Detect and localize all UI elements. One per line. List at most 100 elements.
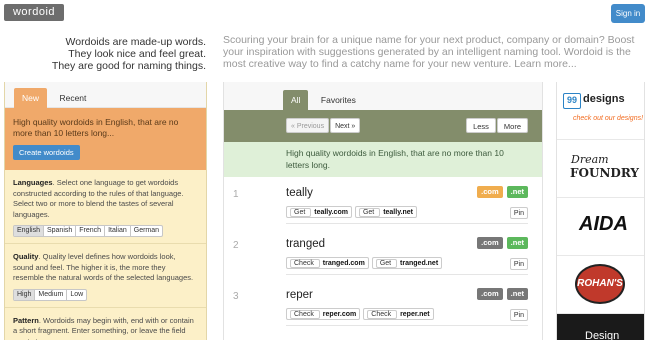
language-option-french[interactable]: French xyxy=(76,226,106,236)
generator-summary: High quality wordoids in English, that a… xyxy=(13,117,179,138)
results-panel: All Favorites « Previous Next » Less Mor… xyxy=(223,82,543,340)
get-net-link[interactable]: Get tranged.net xyxy=(371,257,443,269)
get-com-prefix: Get xyxy=(290,208,312,217)
domain-links: Check tranged.com Get tranged.net xyxy=(286,257,445,269)
less-more-group: Less More xyxy=(466,118,528,133)
pattern-help: . Wordoids may begin with, end with or c… xyxy=(13,315,194,340)
aida-logo: AIDA xyxy=(579,213,628,235)
quality-help: . Quality level defines how wordoids loo… xyxy=(13,252,194,282)
check-net-link[interactable]: Check reper.net xyxy=(363,308,434,320)
quality-option-medium[interactable]: Medium xyxy=(35,289,68,300)
domain-badges: .com .net xyxy=(473,186,528,198)
pin-button[interactable]: Pin xyxy=(509,309,528,321)
pattern-section: Pattern. Wordoids may begin with, end wi… xyxy=(5,308,206,340)
check-com-prefix: Check xyxy=(290,310,320,319)
domain-links: Get teally.com Get teally.net xyxy=(286,206,420,218)
pin-button[interactable]: Pin xyxy=(509,258,528,270)
com-badge[interactable]: .com xyxy=(477,237,503,249)
create-wordoids-button[interactable]: Create wordoids xyxy=(13,145,80,160)
99designs-logo-text: designs xyxy=(583,93,625,105)
99designs-slogan: check out our designs! xyxy=(573,115,644,122)
tagline-line-3: They are good for naming things. xyxy=(51,60,206,72)
results-toolbar: « Previous Next » Less More xyxy=(224,110,542,142)
more-button[interactable]: More xyxy=(496,118,528,133)
domain-links: Check reper.com Check reper.net xyxy=(286,308,437,320)
get-net-prefix: Get xyxy=(375,259,398,268)
com-badge[interactable]: .com xyxy=(477,186,503,198)
net-badge[interactable]: .net xyxy=(506,186,528,198)
design-ad-text: Design xyxy=(585,330,620,340)
check-com-link[interactable]: Check reper.com xyxy=(286,308,361,320)
quality-selector: High Medium Low xyxy=(13,288,88,301)
quality-section: Quality. Quality level defines how wordo… xyxy=(5,244,206,308)
row-divider xyxy=(286,325,528,326)
tab-favorites[interactable]: Favorites xyxy=(313,90,364,110)
check-net-prefix: Check xyxy=(367,310,398,319)
ad-rohans[interactable]: ROHAN'S xyxy=(557,256,644,314)
dream-foundry-line-2: FOUNDRY xyxy=(570,166,639,180)
rohans-logo: ROHAN'S xyxy=(577,278,623,289)
get-net-prefix: Get xyxy=(358,208,381,217)
ad-dream-foundry[interactable]: Dream FOUNDRY xyxy=(557,140,644,198)
ad-design[interactable]: Design xyxy=(557,314,644,340)
generator-tabs: New Recent xyxy=(5,82,206,108)
dream-foundry-line-1: Dream xyxy=(571,153,609,166)
language-option-german[interactable]: German xyxy=(131,226,162,236)
languages-section: Languages. Select one language to get wo… xyxy=(5,170,206,244)
results-tabs: All Favorites xyxy=(224,82,542,110)
net-badge[interactable]: .net xyxy=(506,288,528,300)
quality-option-low[interactable]: Low xyxy=(67,290,86,300)
net-badge[interactable]: .net xyxy=(506,237,528,249)
result-word[interactable]: tranged xyxy=(286,238,325,250)
tab-new[interactable]: New xyxy=(14,88,48,108)
get-com-domain: teally.com xyxy=(314,209,348,216)
tab-recent[interactable]: Recent xyxy=(51,88,94,108)
ad-sidebar: 99 designs check out our designs! Dream … xyxy=(556,82,645,340)
next-button[interactable]: Next » xyxy=(330,118,361,133)
quality-title: Quality xyxy=(13,252,39,261)
result-number: 2 xyxy=(233,240,239,251)
get-com-link[interactable]: Get teally.com xyxy=(286,206,352,218)
previous-button[interactable]: « Previous xyxy=(286,118,330,133)
language-selector: English Spanish French Italian German xyxy=(13,225,164,237)
sign-in-button[interactable]: Sign in xyxy=(611,4,645,23)
row-divider xyxy=(286,223,528,224)
check-com-link[interactable]: Check tranged.com xyxy=(286,257,369,269)
language-option-english[interactable]: English xyxy=(14,226,44,236)
tagline-line-1: Wordoids are made-up words. xyxy=(65,36,206,48)
wordoid-logo[interactable]: wordoid xyxy=(4,4,64,21)
domain-badges: .com .net xyxy=(473,237,528,249)
result-number: 3 xyxy=(233,291,239,302)
result-row: 2 tranged .com .net Check tranged.com Ge… xyxy=(224,230,542,281)
check-com-domain: reper.com xyxy=(322,311,357,318)
99designs-logo-mark: 99 xyxy=(563,93,581,109)
intro-description: Scouring your brain for a unique name fo… xyxy=(223,34,635,70)
result-word[interactable]: reper xyxy=(286,289,313,301)
languages-title: Languages xyxy=(13,178,53,187)
generator-panel: New Recent High quality wordoids in Engl… xyxy=(4,82,207,340)
pin-button[interactable]: Pin xyxy=(509,207,528,219)
results-summary: High quality wordoids in English, that a… xyxy=(224,142,542,177)
result-row: 3 reper .com .net Check reper.com Check … xyxy=(224,281,542,332)
tab-all[interactable]: All xyxy=(283,90,309,110)
result-row: 1 teally .com .net Get teally.com Get te… xyxy=(224,179,542,230)
result-number: 1 xyxy=(233,189,239,200)
generator-summary-box: High quality wordoids in English, that a… xyxy=(5,108,206,170)
quality-option-high[interactable]: High xyxy=(14,289,36,300)
pager: « Previous Next » xyxy=(286,118,361,133)
result-word[interactable]: teally xyxy=(286,187,313,199)
language-option-italian[interactable]: Italian xyxy=(105,226,131,236)
pattern-title: Pattern xyxy=(13,315,39,325)
get-net-link[interactable]: Get teally.net xyxy=(354,206,418,218)
ad-99designs[interactable]: 99 designs check out our designs! xyxy=(557,82,644,140)
ad-aida[interactable]: AIDA xyxy=(557,198,644,256)
less-button[interactable]: Less xyxy=(466,118,496,133)
tagline-line-2: They look nice and feel great. xyxy=(68,48,206,60)
domain-badges: .com .net xyxy=(473,288,528,300)
check-com-prefix: Check xyxy=(290,259,320,268)
com-badge[interactable]: .com xyxy=(477,288,503,300)
get-net-domain: teally.net xyxy=(383,209,414,216)
check-com-domain: tranged.com xyxy=(322,260,365,267)
language-option-spanish[interactable]: Spanish xyxy=(44,226,77,236)
tagline: Wordoids are made-up words. They look ni… xyxy=(40,36,206,72)
